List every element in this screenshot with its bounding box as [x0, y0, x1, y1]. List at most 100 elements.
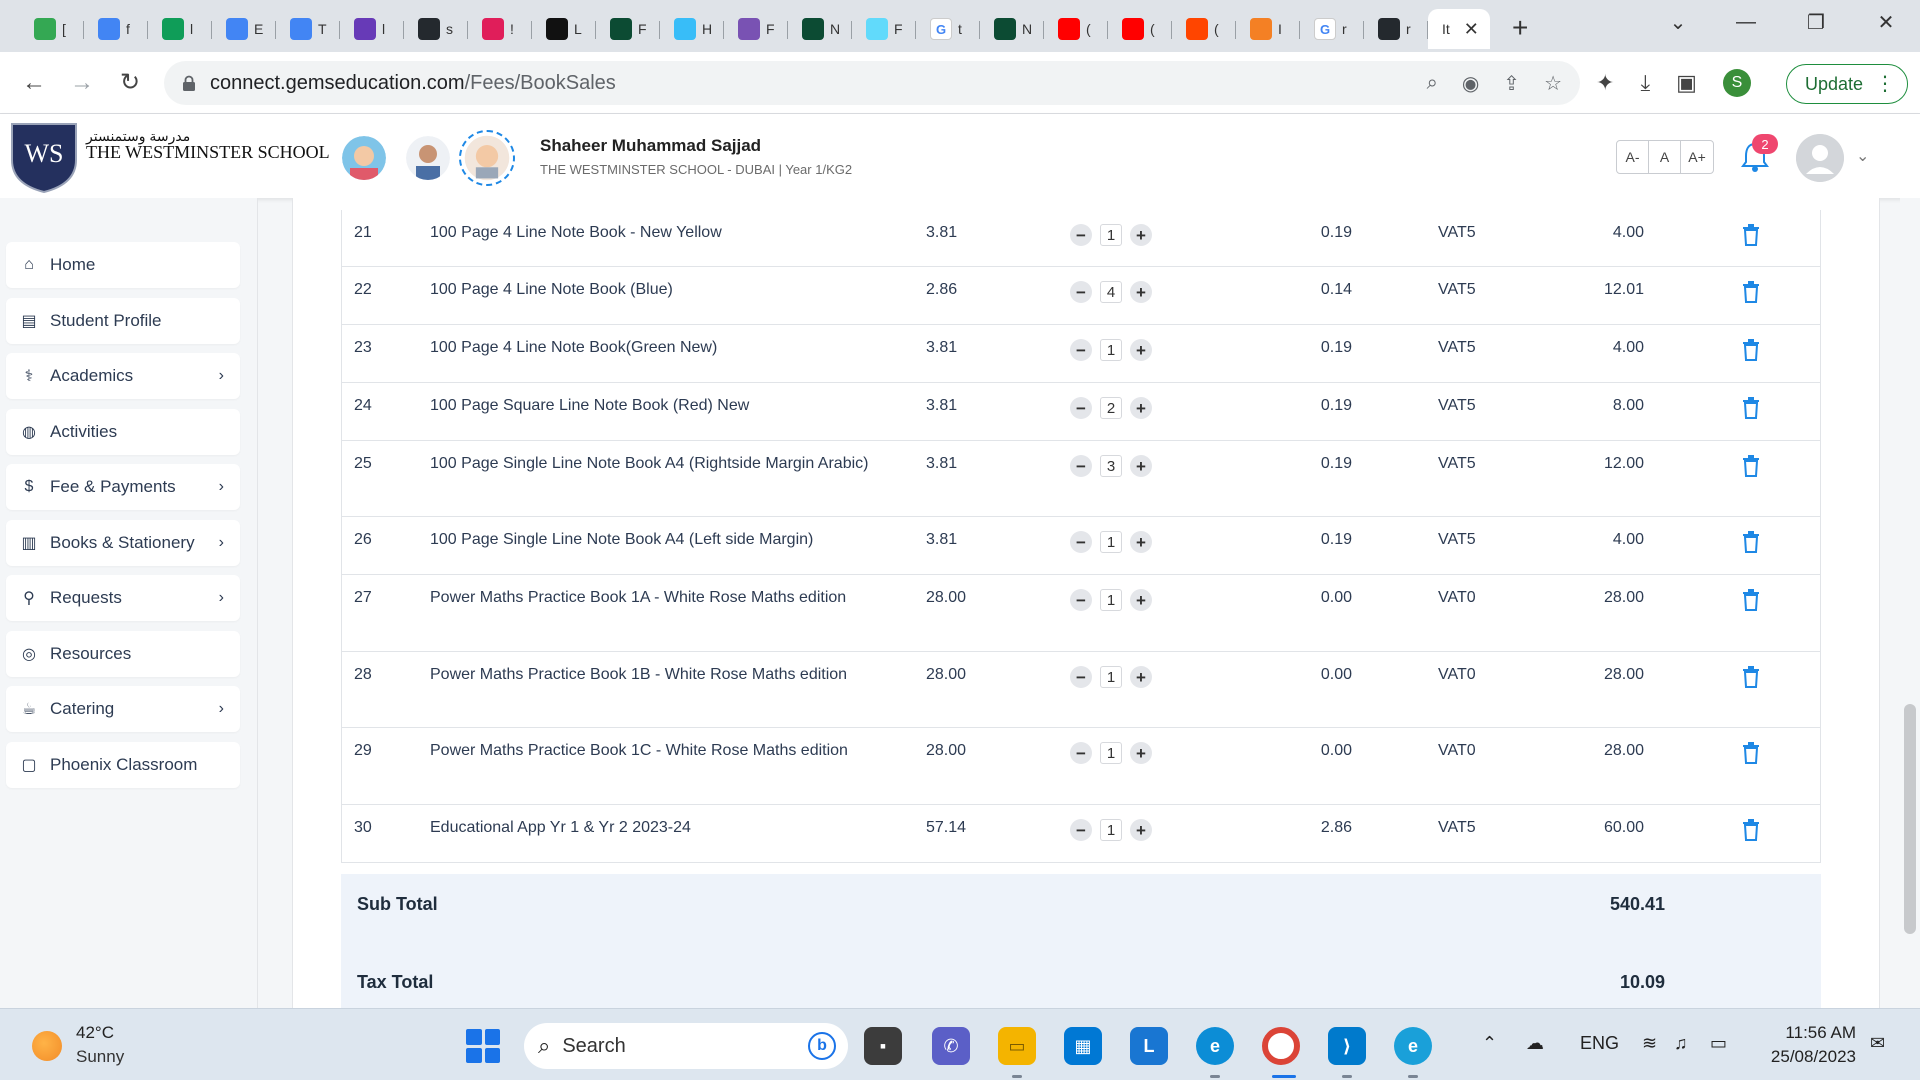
child-avatar-1[interactable]	[342, 136, 386, 180]
side-panel-icon[interactable]: ▣	[1676, 70, 1697, 96]
increase-quantity-button[interactable]: +	[1130, 455, 1152, 477]
teams-chat-icon[interactable]: ✆	[932, 1027, 970, 1065]
quantity-value[interactable]: 1	[1100, 819, 1122, 841]
delete-trash-icon[interactable]	[1742, 666, 1760, 693]
sidebar-item-catering[interactable]: ☕ Catering ›	[6, 686, 240, 732]
notifications-icon[interactable]: ✉	[1870, 1033, 1885, 1054]
close-window-button[interactable]: ✕	[1856, 0, 1916, 44]
increase-quantity-button[interactable]: +	[1130, 224, 1152, 246]
quantity-value[interactable]: 2	[1100, 397, 1122, 419]
decrease-quantity-button[interactable]: −	[1070, 589, 1092, 611]
sidebar-item-phoenix-classroom[interactable]: ▢ Phoenix Classroom	[6, 741, 240, 788]
volume-icon[interactable]: ♫	[1674, 1033, 1688, 1054]
delete-trash-icon[interactable]	[1742, 531, 1760, 558]
language-indicator[interactable]: ENG	[1580, 1033, 1619, 1054]
browser-tab[interactable]: [	[20, 9, 84, 49]
tab-search-chevron-icon[interactable]: ⌄	[1648, 0, 1708, 44]
page-scrollbar-thumb[interactable]	[1904, 704, 1916, 934]
edge-icon[interactable]: e	[1196, 1027, 1234, 1065]
font-increase-button[interactable]: A+	[1681, 141, 1713, 173]
sidebar-item-academics[interactable]: ⚕ Academics ›	[6, 353, 240, 399]
battery-icon[interactable]: ▭	[1710, 1033, 1727, 1054]
increase-quantity-button[interactable]: +	[1130, 281, 1152, 303]
browser-tab[interactable]: N	[788, 9, 852, 49]
browser-tab[interactable]: s	[404, 9, 468, 49]
eye-off-icon[interactable]: ◉	[1462, 71, 1479, 96]
quantity-value[interactable]: 1	[1100, 666, 1122, 688]
back-arrow-icon[interactable]: ←	[14, 63, 54, 103]
onedrive-icon[interactable]: ☁	[1526, 1033, 1544, 1054]
profile-avatar[interactable]: S	[1722, 69, 1751, 97]
browser-tab[interactable]: T	[276, 9, 340, 49]
clock-date[interactable]: 25/08/2023	[1756, 1047, 1856, 1067]
tray-chevron-up-icon[interactable]: ⌃	[1482, 1033, 1497, 1054]
browser-tab[interactable]: F	[596, 9, 660, 49]
browser-tab[interactable]: l	[148, 9, 212, 49]
launcher-l-icon[interactable]: L	[1130, 1027, 1168, 1065]
chevron-down-icon[interactable]: ⌄	[1856, 146, 1869, 166]
taskbar-search[interactable]: ⌕ Search b	[524, 1023, 848, 1069]
delete-trash-icon[interactable]	[1742, 224, 1760, 251]
sidebar-item-student-profile[interactable]: ▤ Student Profile	[6, 297, 240, 344]
browser-tab[interactable]: L	[532, 9, 596, 49]
share-icon[interactable]: ⇪	[1503, 71, 1520, 96]
sidebar-item-requests[interactable]: ⚲ Requests ›	[6, 575, 240, 621]
zoom-icon[interactable]: ⌕	[1427, 72, 1438, 95]
reload-icon[interactable]: ↻	[110, 63, 150, 103]
update-button[interactable]: Update ⋮	[1786, 64, 1908, 104]
increase-quantity-button[interactable]: +	[1130, 819, 1152, 841]
quantity-value[interactable]: 4	[1100, 281, 1122, 303]
decrease-quantity-button[interactable]: −	[1070, 819, 1092, 841]
decrease-quantity-button[interactable]: −	[1070, 397, 1092, 419]
browser-tab[interactable]: (	[1108, 9, 1172, 49]
lock-icon[interactable]	[182, 75, 196, 91]
bookmark-star-icon[interactable]: ☆	[1544, 71, 1562, 96]
sidebar-item-fee-payments[interactable]: $ Fee & Payments ›	[6, 464, 240, 510]
weather-temperature[interactable]: 42°C	[76, 1023, 114, 1043]
delete-trash-icon[interactable]	[1742, 281, 1760, 308]
browser-tab[interactable]: Gr	[1300, 9, 1364, 49]
quantity-value[interactable]: 1	[1100, 531, 1122, 553]
browser-tab[interactable]: r	[1364, 9, 1428, 49]
clock-time[interactable]: 11:56 AM	[1776, 1023, 1856, 1043]
weather-sun-icon[interactable]	[32, 1031, 62, 1061]
font-reset-button[interactable]: A	[1649, 141, 1681, 173]
increase-quantity-button[interactable]: +	[1130, 589, 1152, 611]
close-tab-icon[interactable]: ✕	[1464, 19, 1479, 40]
child-avatar-2[interactable]	[406, 136, 450, 180]
extensions-puzzle-icon[interactable]: ✦	[1596, 70, 1614, 96]
microsoft-store-icon[interactable]: ▦	[1064, 1027, 1102, 1065]
browser-tab[interactable]: F	[852, 9, 916, 49]
sidebar-item-books-stationery[interactable]: ▥ Books & Stationery ›	[6, 519, 240, 566]
decrease-quantity-button[interactable]: −	[1070, 742, 1092, 764]
user-avatar[interactable]	[1796, 134, 1844, 182]
school-crest-logo[interactable]: WS	[10, 122, 78, 194]
quantity-value[interactable]: 1	[1100, 224, 1122, 246]
browser-tab[interactable]: H	[660, 9, 724, 49]
decrease-quantity-button[interactable]: −	[1070, 531, 1092, 553]
windows-start-icon[interactable]	[466, 1029, 500, 1063]
forward-arrow-icon[interactable]: →	[62, 63, 102, 103]
delete-trash-icon[interactable]	[1742, 455, 1760, 482]
browser-tab[interactable]: f	[84, 9, 148, 49]
increase-quantity-button[interactable]: +	[1130, 397, 1152, 419]
sidebar-item-resources[interactable]: ◎ Resources	[6, 630, 240, 677]
bing-icon[interactable]: b	[808, 1032, 836, 1060]
child-avatar-selected[interactable]	[459, 130, 515, 186]
browser-tab[interactable]: l	[340, 9, 404, 49]
decrease-quantity-button[interactable]: −	[1070, 224, 1092, 246]
download-icon[interactable]: ⤓	[1640, 70, 1650, 96]
url-text[interactable]: connect.gemseducation.com/Fees/BookSales	[210, 72, 616, 95]
browser-tab[interactable]: E	[212, 9, 276, 49]
chrome-icon[interactable]	[1262, 1027, 1300, 1065]
quantity-value[interactable]: 1	[1100, 742, 1122, 764]
quantity-value[interactable]: 1	[1100, 589, 1122, 611]
delete-trash-icon[interactable]	[1742, 819, 1760, 846]
minimize-button[interactable]: —	[1716, 0, 1776, 44]
file-explorer-icon[interactable]: ▭	[998, 1027, 1036, 1065]
decrease-quantity-button[interactable]: −	[1070, 666, 1092, 688]
browser-tab[interactable]: (	[1172, 9, 1236, 49]
quantity-value[interactable]: 1	[1100, 339, 1122, 361]
browser-tab[interactable]: (	[1044, 9, 1108, 49]
edge-dev-icon[interactable]: e	[1394, 1027, 1432, 1065]
